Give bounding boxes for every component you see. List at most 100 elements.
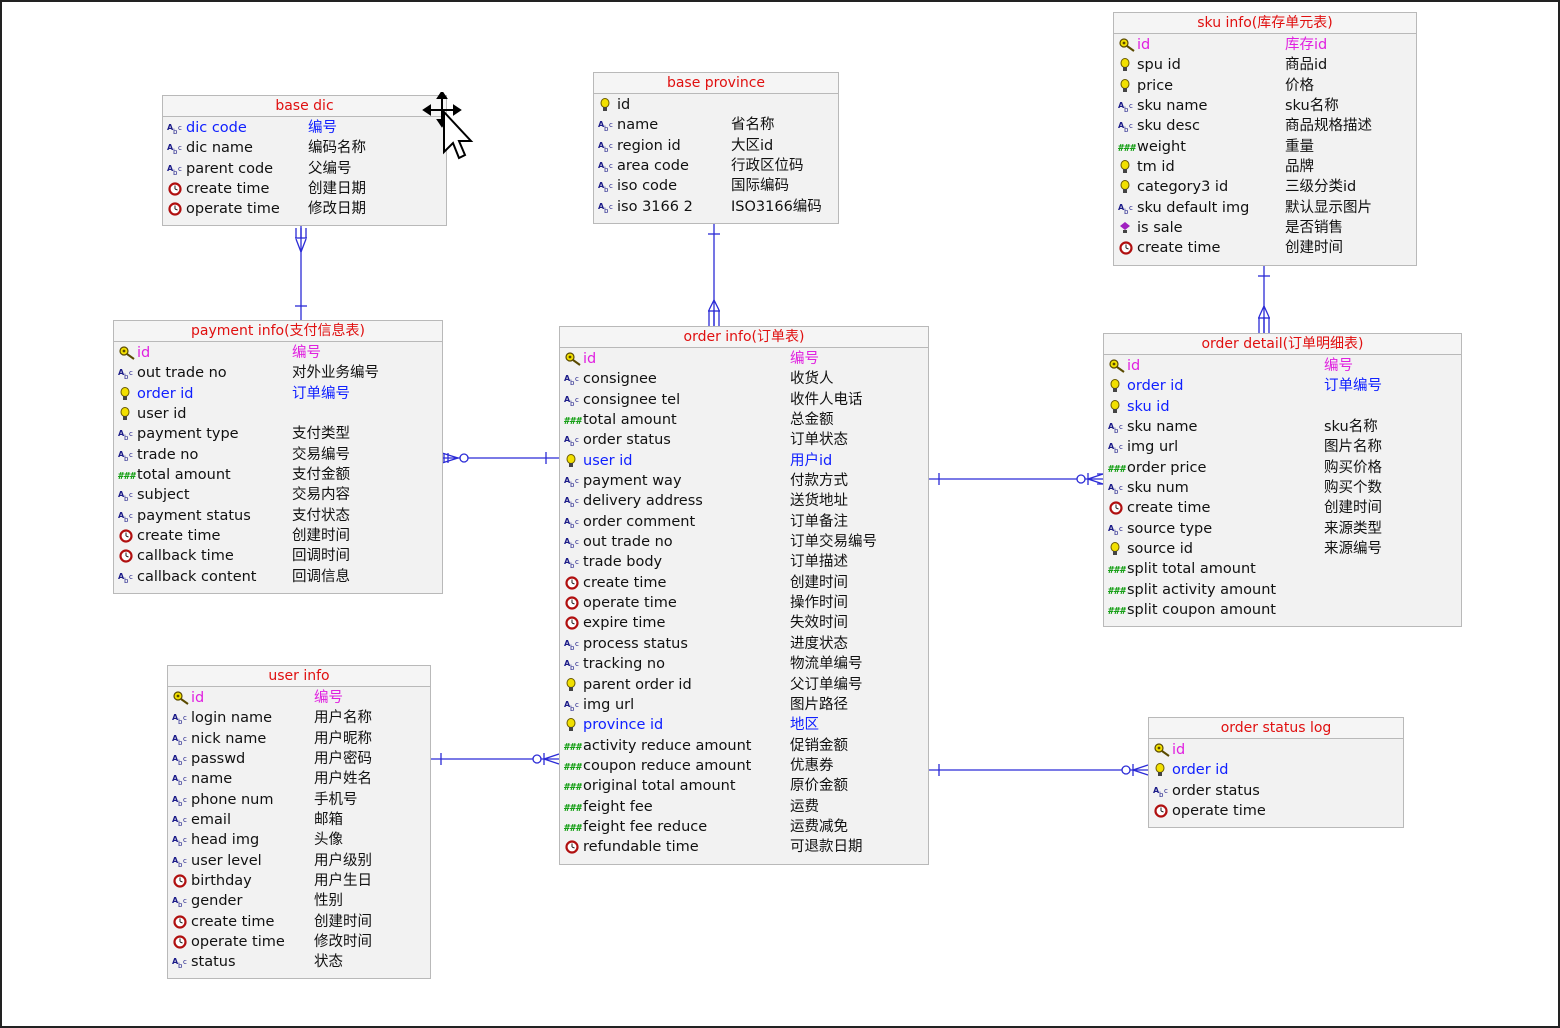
- column-row[interactable]: ### feight fee reduce 运费减免: [560, 817, 928, 837]
- column-row[interactable]: Ab c area code 行政区位码: [594, 156, 838, 176]
- column-row[interactable]: order id 订单编号: [1104, 376, 1461, 396]
- column-row[interactable]: Ab c email 邮箱: [168, 810, 430, 830]
- clock-icon: [172, 915, 190, 929]
- column-row[interactable]: Ab c sku default img 默认显示图片: [1114, 198, 1416, 218]
- column-row[interactable]: order id: [1149, 760, 1403, 780]
- column-row[interactable]: ### feight fee 运费: [560, 797, 928, 817]
- column-row[interactable]: Ab c payment type 支付类型: [114, 424, 442, 444]
- column-row[interactable]: Ab c tracking no 物流单编号: [560, 654, 928, 674]
- entity-order-detail[interactable]: order detail(订单明细表) id 编号 order id 订单编号 sku …: [1103, 333, 1462, 627]
- column-row[interactable]: ### split coupon amount: [1104, 600, 1461, 620]
- column-row[interactable]: Ab c sku name sku名称: [1104, 417, 1461, 437]
- column-row[interactable]: Ab c payment status 支付状态: [114, 506, 442, 526]
- column-row[interactable]: Ab c delivery address 送货地址: [560, 491, 928, 511]
- column-row[interactable]: ### weight 重量: [1114, 137, 1416, 157]
- column-row[interactable]: operate time 修改时间: [168, 932, 430, 952]
- column-row[interactable]: Ab c out trade no 对外业务编号: [114, 363, 442, 383]
- column-name: create time: [1127, 500, 1211, 517]
- column-row[interactable]: Ab c name 用户姓名: [168, 769, 430, 789]
- column-row[interactable]: ### total amount 总金额: [560, 410, 928, 430]
- column-row[interactable]: Ab c sku name sku名称: [1114, 96, 1416, 116]
- entity-order-status-log[interactable]: order status log id order id Ab c order stat…: [1148, 717, 1404, 828]
- column-row[interactable]: Ab c parent code 父编号: [163, 159, 446, 179]
- entity-base-dic[interactable]: base dic Ab c dic code 编号 Ab c dic name 编码名称 Ab c…: [162, 95, 447, 226]
- column-row[interactable]: Ab c status 状态: [168, 952, 430, 972]
- entity-order-info[interactable]: order info(订单表) id 编号 Ab c consignee 收货人 Ab c co…: [559, 326, 929, 865]
- column-row[interactable]: Ab c consignee 收货人: [560, 369, 928, 389]
- column-row[interactable]: user id: [114, 404, 442, 424]
- column-row[interactable]: callback time 回调时间: [114, 546, 442, 566]
- column-row[interactable]: ### total amount 支付金额: [114, 465, 442, 485]
- column-row[interactable]: create time 创建时间: [114, 526, 442, 546]
- column-row[interactable]: Ab c callback content 回调信息: [114, 567, 442, 587]
- column-row[interactable]: Ab c process status 进度状态: [560, 634, 928, 654]
- entity-user-info[interactable]: user info id 编号 Ab c login name 用户名称 Ab c nick n…: [167, 665, 431, 979]
- column-row[interactable]: id: [594, 95, 838, 115]
- column-row[interactable]: id 编号: [1104, 356, 1461, 376]
- column-row[interactable]: id 编号: [114, 343, 442, 363]
- entity-payment-info[interactable]: payment info(支付信息表) id 编号 Ab c out trade no 对…: [113, 320, 443, 594]
- column-row[interactable]: Ab c dic code 编号: [163, 118, 446, 138]
- column-row[interactable]: create time 创建时间: [168, 912, 430, 932]
- entity-sku-info[interactable]: sku info(库存单元表) id 库存id spu id 商品id price 价格 A…: [1113, 12, 1417, 266]
- column-row[interactable]: parent order id 父订单编号: [560, 675, 928, 695]
- column-row[interactable]: Ab c trade body 订单描述: [560, 552, 928, 572]
- column-row[interactable]: operate time 操作时间: [560, 593, 928, 613]
- column-row[interactable]: Ab c head img 头像: [168, 830, 430, 850]
- column-row[interactable]: Ab c passwd 用户密码: [168, 749, 430, 769]
- column-row[interactable]: Ab c gender 性别: [168, 891, 430, 911]
- column-row[interactable]: operate time: [1149, 801, 1403, 821]
- column-row[interactable]: ### order price 购买价格: [1104, 458, 1461, 478]
- column-row[interactable]: source id 来源编号: [1104, 539, 1461, 559]
- column-row[interactable]: tm id 品牌: [1114, 157, 1416, 177]
- column-row[interactable]: Ab c consignee tel 收件人电话: [560, 390, 928, 410]
- column-row[interactable]: spu id 商品id: [1114, 55, 1416, 75]
- column-row[interactable]: Ab c img url 图片名称: [1104, 437, 1461, 457]
- column-row[interactable]: Ab c order status 订单状态: [560, 430, 928, 450]
- column-row[interactable]: create time 创建时间: [1104, 498, 1461, 518]
- column-row[interactable]: ### split activity amount: [1104, 580, 1461, 600]
- column-row[interactable]: Ab c subject 交易内容: [114, 485, 442, 505]
- column-row[interactable]: ### coupon reduce amount 优惠券: [560, 756, 928, 776]
- column-row[interactable]: id 库存id: [1114, 35, 1416, 55]
- column-row[interactable]: id: [1149, 740, 1403, 760]
- column-row[interactable]: Ab c source type 来源类型: [1104, 519, 1461, 539]
- column-row[interactable]: Ab c phone num 手机号: [168, 790, 430, 810]
- column-row[interactable]: Ab c order status: [1149, 781, 1403, 801]
- column-row[interactable]: Ab c name 省名称: [594, 115, 838, 135]
- column-row[interactable]: ### original total amount 原价金额: [560, 776, 928, 796]
- column-row[interactable]: operate time 修改日期: [163, 199, 446, 219]
- column-row[interactable]: id 编号: [560, 349, 928, 369]
- column-row[interactable]: Ab c out trade no 订单交易编号: [560, 532, 928, 552]
- column-row[interactable]: Ab c user level 用户级别: [168, 851, 430, 871]
- column-row[interactable]: Ab c region id 大区id: [594, 136, 838, 156]
- column-row[interactable]: create time 创建时间: [1114, 238, 1416, 258]
- column-row[interactable]: category3 id 三级分类id: [1114, 177, 1416, 197]
- entity-base-province[interactable]: base province id Ab c name 省名称 Ab c region id 大区…: [593, 72, 839, 224]
- column-row[interactable]: Ab c iso code 国际编码: [594, 176, 838, 196]
- column-row[interactable]: Ab c nick name 用户昵称: [168, 729, 430, 749]
- column-row[interactable]: ### split total amount: [1104, 559, 1461, 579]
- column-row[interactable]: id 编号: [168, 688, 430, 708]
- column-row[interactable]: is sale 是否销售: [1114, 218, 1416, 238]
- column-row[interactable]: refundable time 可退款日期: [560, 837, 928, 857]
- column-row[interactable]: Ab c img url 图片路径: [560, 695, 928, 715]
- column-row[interactable]: Ab c sku num 购买个数: [1104, 478, 1461, 498]
- column-row[interactable]: Ab c dic name 编码名称: [163, 138, 446, 158]
- column-row[interactable]: ### activity reduce amount 促销金额: [560, 736, 928, 756]
- column-row[interactable]: Ab c login name 用户名称: [168, 708, 430, 728]
- column-row[interactable]: create time 创建日期: [163, 179, 446, 199]
- column-row[interactable]: Ab c sku desc 商品规格描述: [1114, 116, 1416, 136]
- column-row[interactable]: birthday 用户生日: [168, 871, 430, 891]
- column-row[interactable]: province id 地区: [560, 715, 928, 735]
- column-row[interactable]: Ab c order comment 订单备注: [560, 512, 928, 532]
- column-row[interactable]: user id 用户id: [560, 451, 928, 471]
- column-row[interactable]: Ab c payment way 付款方式: [560, 471, 928, 491]
- column-row[interactable]: create time 创建时间: [560, 573, 928, 593]
- column-row[interactable]: Ab c iso 3166 2 ISO3166编码: [594, 197, 838, 217]
- column-row[interactable]: order id 订单编号: [114, 384, 442, 404]
- column-row[interactable]: sku id: [1104, 397, 1461, 417]
- column-row[interactable]: expire time 失效时间: [560, 613, 928, 633]
- column-row[interactable]: price 价格: [1114, 76, 1416, 96]
- column-row[interactable]: Ab c trade no 交易编号: [114, 445, 442, 465]
